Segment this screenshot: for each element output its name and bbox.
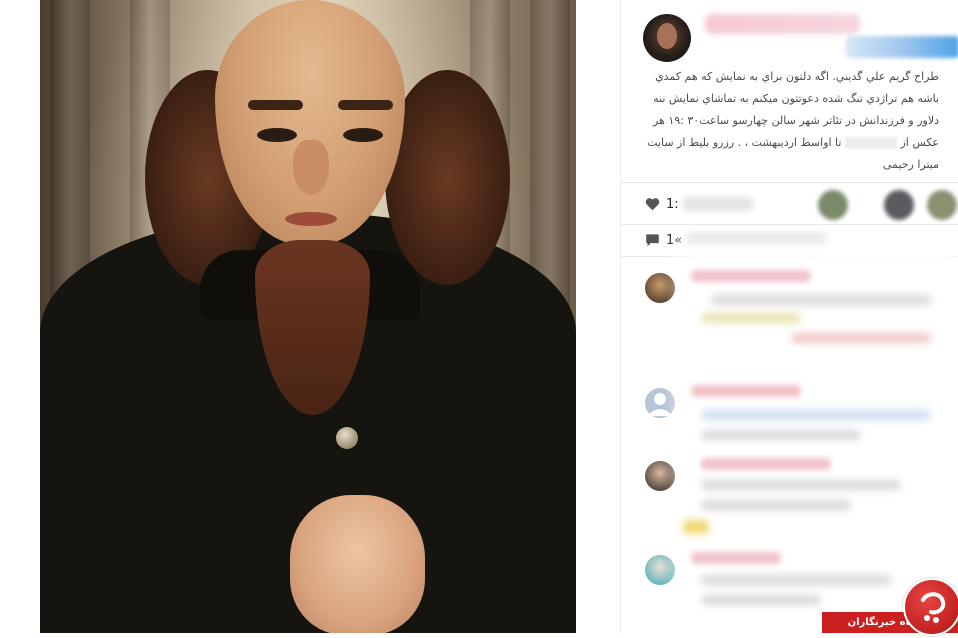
post-sidebar: طراح گریم علي گدیني. اگه دلتون براي به ن… (620, 0, 958, 633)
caption-line: عکس از تا اواسط اردیبهشت ، . رزرو بلیط ا… (643, 132, 939, 154)
caption-photo-credit: عکس از (900, 136, 939, 149)
comment-text-redacted (701, 595, 821, 605)
comment-author-redacted[interactable] (691, 270, 811, 282)
default-user-icon (649, 393, 671, 416)
actor-hands (290, 495, 425, 633)
comment-text-redacted (701, 430, 861, 440)
comment-text-redacted (711, 295, 931, 305)
commenter-avatar[interactable] (645, 273, 675, 303)
caption-line: دلاور و فرزندانش در تئاتر شهر سالن چهارس… (652, 114, 939, 127)
caption-line: میترا رحیمی (882, 158, 939, 171)
comment-text-redacted (701, 480, 901, 490)
comment-text-redacted (701, 410, 931, 420)
liker-avatar[interactable] (818, 190, 848, 220)
commenter-avatar[interactable] (645, 555, 675, 585)
post-photo[interactable] (40, 0, 576, 633)
author-avatar-face (657, 23, 677, 49)
coat-button (336, 427, 358, 449)
actor-nose (293, 140, 329, 195)
commenter-avatar[interactable] (645, 388, 675, 418)
caption-redacted-name (844, 137, 897, 149)
comment-author-redacted[interactable] (691, 385, 801, 397)
divider (621, 182, 958, 183)
comment-author-redacted[interactable] (691, 552, 781, 564)
commenter-avatar[interactable] (645, 461, 675, 491)
actor-eye (257, 128, 297, 142)
divider (621, 224, 958, 225)
speech-bubble-icon[interactable] (645, 233, 660, 247)
liker-avatar[interactable] (884, 190, 914, 220)
author-avatar[interactable] (643, 14, 691, 62)
post-header (621, 0, 958, 75)
comment-author-redacted[interactable] (701, 458, 831, 470)
caption-line: طراح گریم علي گدیني. اگه دلتون براي به ن… (655, 70, 939, 83)
actor-eye (343, 128, 383, 142)
likes-row[interactable]: 1: (645, 192, 753, 216)
actor-mouth (285, 212, 337, 226)
caption-line: باشه هم تراژدي تنگ شده دعوتتون میکنم به … (653, 92, 939, 105)
liker-avatar[interactable] (927, 190, 957, 220)
actor-brow (338, 100, 393, 110)
comment-text-redacted (701, 313, 801, 323)
likes-count: 1: (666, 196, 679, 212)
post-caption: طراح گریم علي گدیني. اگه دلتون براي به ن… (643, 66, 939, 176)
follow-button-redacted[interactable] (846, 36, 958, 58)
likes-label-redacted (682, 197, 753, 211)
actor-brow (248, 100, 303, 110)
author-username-redacted[interactable] (705, 14, 860, 34)
caption-dates: تا اواسط اردیبهشت ، . رزرو بلیط از سایت (647, 136, 842, 149)
comment-text-redacted (701, 575, 891, 585)
heart-icon[interactable] (645, 197, 660, 211)
club-logo-icon (903, 578, 958, 636)
comment-text-redacted (701, 500, 851, 510)
comment-emoji-redacted (683, 520, 709, 534)
comment-text-redacted (791, 333, 931, 343)
